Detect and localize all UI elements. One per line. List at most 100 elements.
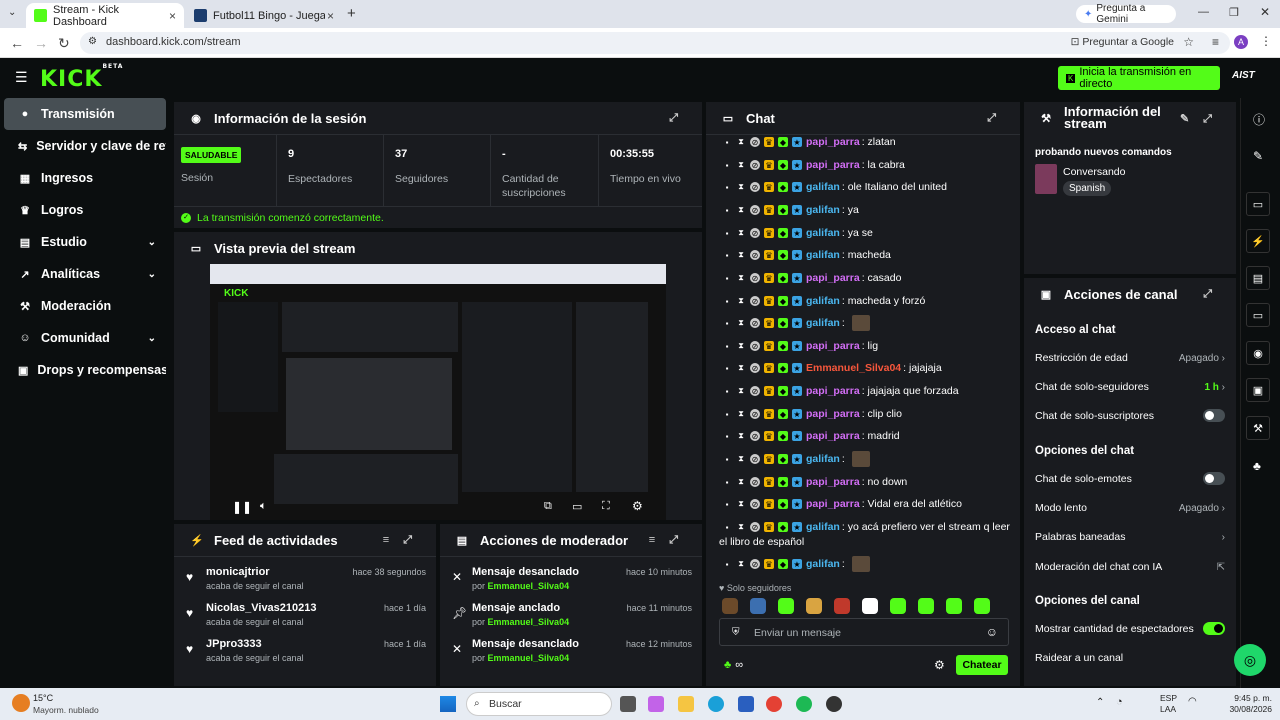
chat-username[interactable]: galifan (806, 558, 840, 570)
close-tab-icon[interactable]: × (327, 9, 334, 23)
mod-action-user[interactable]: Emmanuel_Silva04 (488, 581, 570, 591)
age-restriction-row[interactable]: Restricción de edad Apagado › (1035, 348, 1225, 368)
stream-preview-video[interactable]: KICK ❚❚ 🔈︎ ⧉ ▭ ⛶ ⚙ (210, 264, 666, 520)
chat-username[interactable]: papi_parra (806, 272, 860, 284)
timeout-icon[interactable]: ⧗ (736, 296, 746, 306)
ai-moderation-row[interactable]: Moderación del chat con IA ⇱ (1035, 557, 1225, 577)
sidebar-item-7[interactable]: ☺ Comunidad ⌄ (4, 322, 166, 354)
go-live-button[interactable]: K Inicia la transmisión en directo (1058, 66, 1220, 90)
chat-settings-icon[interactable]: ⚙ (934, 658, 945, 672)
panel-toggle-icon[interactable]: ▭ (1246, 192, 1270, 216)
chat-username[interactable]: papi_parra (806, 408, 860, 420)
chat-username[interactable]: galifan (806, 249, 840, 261)
channel-toggle-icon[interactable]: ▣ (1246, 378, 1270, 402)
chrome-icon[interactable] (766, 696, 782, 712)
tab-futbol11[interactable]: Futbol11 Bingo - Juega al Bingo × (186, 3, 342, 28)
timeout-icon[interactable]: ⧗ (736, 160, 746, 170)
timeout-icon[interactable]: ⧗ (736, 559, 746, 569)
activity-username[interactable]: monicajtrior (206, 566, 270, 578)
ban-icon[interactable]: ⊘ (750, 182, 760, 192)
sidebar-item-4[interactable]: ▤ Estudio ⌄ (4, 226, 166, 258)
timeout-icon[interactable]: ⧗ (736, 250, 746, 260)
sidebar-item-2[interactable]: ▦ Ingresos (4, 162, 166, 194)
emote-icon[interactable] (946, 598, 962, 614)
timeout-icon[interactable]: ⧗ (736, 454, 746, 464)
tab-list-dropdown[interactable]: ⌄ (8, 7, 16, 18)
ban-icon[interactable]: ⊘ (750, 559, 760, 569)
emote-icon[interactable] (974, 598, 990, 614)
chat-username[interactable]: galifan (806, 227, 840, 239)
chat-username[interactable]: papi_parra (806, 476, 860, 488)
sidebar-item-6[interactable]: ⚒ Moderación (4, 290, 166, 322)
url-field[interactable]: ⚙ dashboard.kick.com/stream ⊡ Preguntar … (80, 32, 1230, 54)
show-viewers-toggle[interactable] (1203, 622, 1225, 635)
maximize-icon[interactable]: ❐ (1229, 6, 1239, 19)
activity-username[interactable]: JPpro3333 (206, 638, 262, 650)
store-icon[interactable] (738, 696, 754, 712)
delete-icon[interactable]: ▪ (722, 228, 732, 238)
mod-action-user[interactable]: Emmanuel_Silva04 (488, 653, 570, 663)
browser-menu-icon[interactable]: ⋮ (1260, 34, 1272, 48)
kick-points-icon[interactable]: ♣ ∞ (724, 659, 743, 671)
emotes-toggle[interactable] (1203, 472, 1225, 485)
expand-icon[interactable]: ⤢ (1203, 288, 1226, 301)
category-name[interactable]: Conversando (1063, 166, 1125, 178)
mod-action-user[interactable]: Emmanuel_Silva04 (488, 617, 570, 627)
timeout-icon[interactable]: ⧗ (736, 477, 746, 487)
delete-icon[interactable]: ▪ (722, 499, 732, 509)
emote-icon[interactable] (862, 598, 878, 614)
timeout-icon[interactable]: ⧗ (736, 318, 746, 328)
slow-mode-row[interactable]: Modo lento Apagado › (1035, 498, 1225, 518)
delete-icon[interactable]: ▪ (722, 160, 732, 170)
timeout-icon[interactable]: ⧗ (736, 431, 746, 441)
delete-icon[interactable]: ▪ (722, 341, 732, 351)
chat-input[interactable]: ⛨ Enviar un mensaje ☺ (719, 618, 1009, 646)
tray-chevron-icon[interactable]: ⌃ (1096, 697, 1104, 708)
chat-username[interactable]: papi_parra (806, 340, 860, 352)
ban-icon[interactable]: ⊘ (750, 228, 760, 238)
clock[interactable]: 9:45 p. m. 30/08/2026 (1226, 693, 1272, 715)
sidebar-item-1[interactable]: ⇆ Servidor y clave de retransmisión (4, 130, 166, 162)
chat-send-button[interactable]: Chatear (956, 655, 1008, 675)
spotify-icon[interactable] (796, 696, 812, 712)
ban-icon[interactable]: ⊘ (750, 431, 760, 441)
followers-chat-row[interactable]: Chat de solo-seguidores 1 h › (1035, 377, 1225, 397)
timeout-icon[interactable]: ⧗ (736, 228, 746, 238)
windows-start-icon[interactable] (440, 696, 456, 712)
chat-username[interactable]: papi_parra (806, 385, 860, 397)
expand-icon[interactable]: ⤢ (669, 112, 692, 125)
timeout-icon[interactable]: ⧗ (736, 363, 746, 373)
timeout-icon[interactable]: ⧗ (736, 205, 746, 215)
ban-icon[interactable]: ⊘ (750, 386, 760, 396)
emote-icon[interactable] (750, 598, 766, 614)
filter-expand-icons[interactable]: ≡⤢ (383, 534, 426, 547)
document-toggle-icon[interactable]: ▤ (1246, 266, 1270, 290)
ban-icon[interactable]: ⊘ (750, 137, 760, 147)
tab-kick-dashboard[interactable]: Stream - Kick Dashboard × (26, 3, 184, 28)
delete-icon[interactable]: ▪ (722, 477, 732, 487)
theater-icon[interactable]: ▭ (572, 500, 582, 513)
delete-icon[interactable]: ▪ (722, 250, 732, 260)
pip-icon[interactable]: ⧉ (544, 500, 552, 513)
emote-icon[interactable] (890, 598, 906, 614)
edit-icon[interactable]: ✎ (1253, 149, 1263, 163)
session-toggle-icon[interactable]: ◉ (1246, 341, 1270, 365)
raid-row[interactable]: Raidear a un canal (1035, 648, 1225, 668)
timeout-icon[interactable]: ⧗ (736, 182, 746, 192)
task-view-icon[interactable] (620, 696, 636, 712)
chat-username[interactable]: galifan (806, 317, 840, 329)
bookmark-star-icon[interactable]: ☆ (1183, 35, 1194, 49)
mute-icon[interactable]: 🔈︎ (260, 500, 267, 513)
close-tab-icon[interactable]: × (169, 9, 176, 23)
ban-icon[interactable]: ⊘ (750, 522, 760, 532)
gemini-button[interactable]: ✦ Pregunta a Gemini (1076, 3, 1176, 25)
user-avatar[interactable]: AIST (1232, 70, 1255, 81)
expand-icon[interactable]: ⤢ (987, 112, 1010, 125)
timeout-icon[interactable]: ⧗ (736, 273, 746, 283)
timeout-icon[interactable]: ⧗ (736, 499, 746, 509)
delete-icon[interactable]: ▪ (722, 431, 732, 441)
settings-gear-icon[interactable]: ⚙ (632, 499, 643, 513)
delete-icon[interactable]: ▪ (722, 182, 732, 192)
taskbar-search[interactable]: ⌕ Buscar (466, 692, 612, 716)
weather-icon[interactable] (12, 694, 30, 712)
